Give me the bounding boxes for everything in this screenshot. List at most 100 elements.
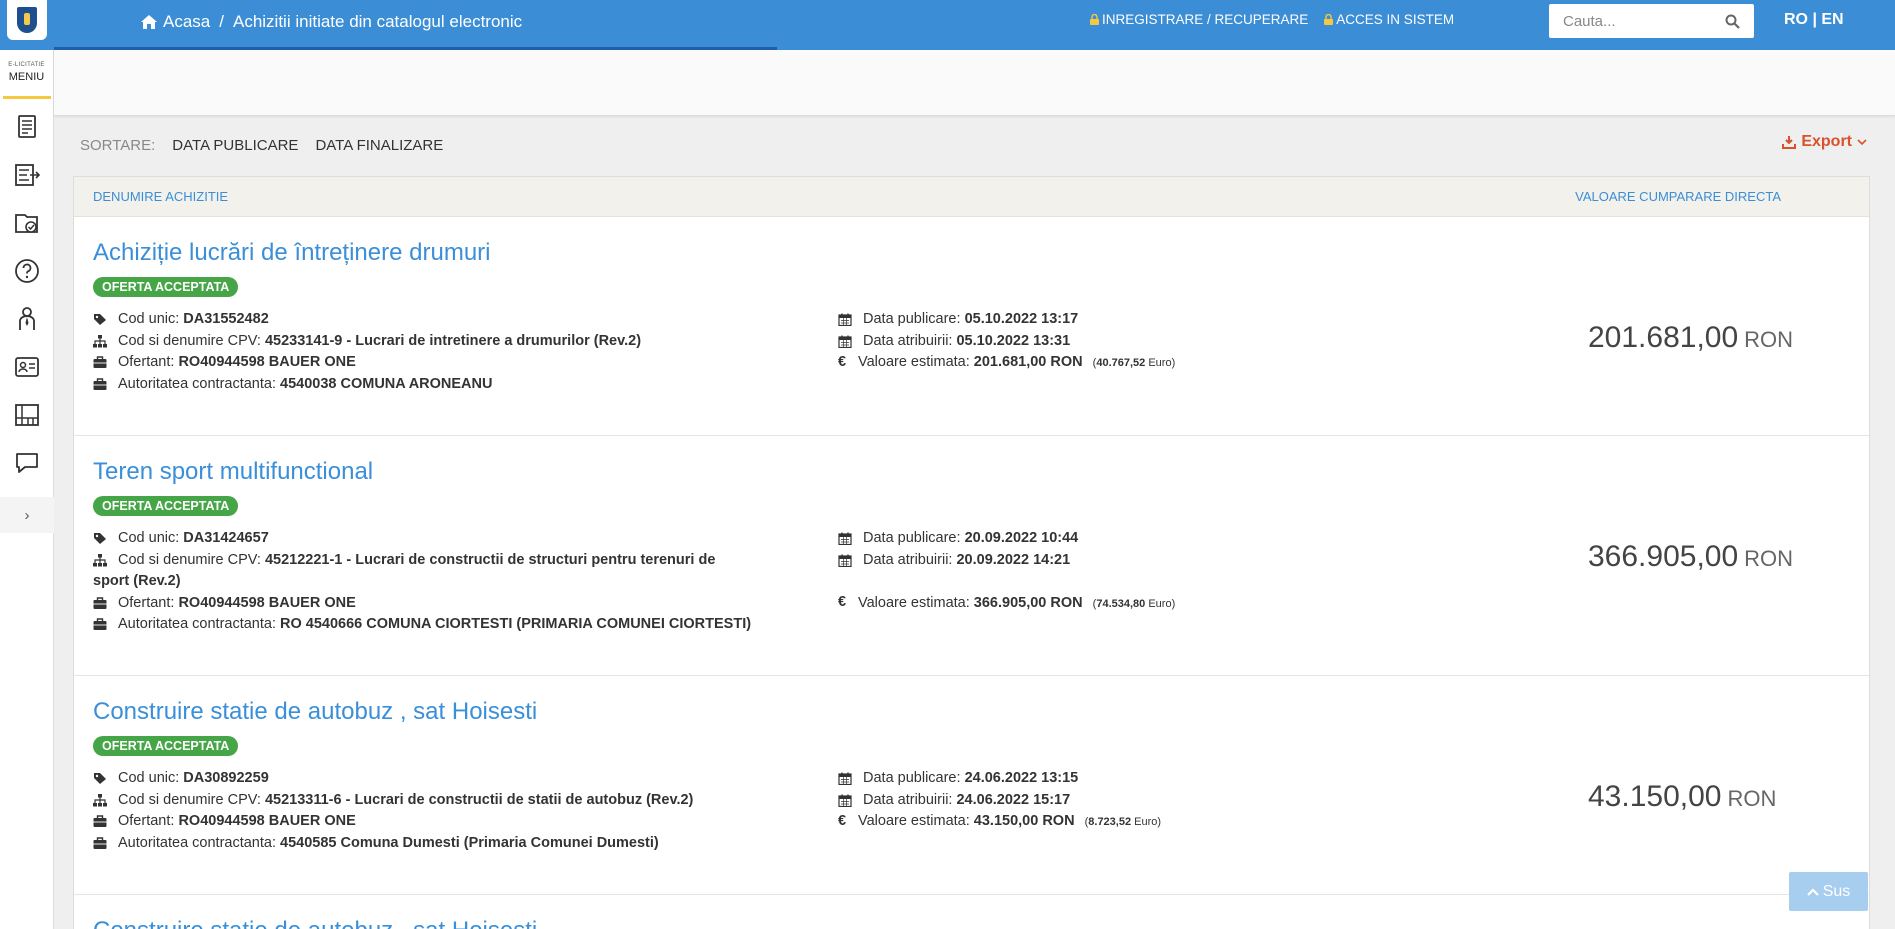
sort-by-publish-date[interactable]: DATA PUBLICARE	[172, 137, 298, 154]
register-link[interactable]: INREGISTRARE / RECUPERARE	[1090, 12, 1308, 27]
price-currency: RON	[1744, 327, 1794, 352]
tag-icon	[94, 773, 106, 784]
publicare-value: 20.09.2022 10:44	[964, 530, 1079, 546]
sidebar-item-list-export[interactable]	[12, 159, 42, 191]
sidebar-expand-button[interactable]: ›	[0, 497, 54, 533]
table-icon	[14, 404, 39, 426]
item-title[interactable]: Achiziție lucrări de întreținere drumuri	[93, 239, 1850, 267]
column-header-name[interactable]: DENUMIRE ACHIZITIE	[93, 189, 228, 204]
sidebar-brand: E-LICITATIE	[8, 62, 45, 68]
publicare-value: 24.06.2022 13:15	[964, 770, 1079, 786]
lock-icon	[1324, 14, 1334, 25]
menu-label[interactable]: MENIU	[0, 71, 53, 83]
breadcrumb-home[interactable]: Acasa	[140, 12, 210, 32]
calendar-icon	[838, 794, 852, 807]
breadcrumb: Acasa / Achizitii initiate din catalogul…	[140, 12, 522, 32]
sidebar-item-user[interactable]	[12, 303, 42, 335]
calendar-icon	[838, 772, 852, 785]
item-title[interactable]: Construire statie de autobuz , sat Hoise…	[93, 698, 1850, 726]
sort-label: SORTARE:	[80, 137, 156, 154]
sub-header	[54, 50, 1895, 116]
chat-icon	[15, 453, 38, 473]
direct-purchase-value: 366.905,00 RON	[1588, 540, 1793, 574]
price-currency: RON	[1727, 786, 1777, 811]
chevron-up-icon	[1806, 887, 1819, 896]
status-badge: OFERTA ACCEPTATA	[93, 736, 239, 756]
sidebar-item-chat[interactable]	[12, 447, 42, 479]
ofertant-value: RO40944598 BAUER ONE	[178, 813, 356, 829]
status-badge: OFERTA ACCEPTATA	[93, 277, 239, 297]
price-amount: 201.681,00	[1588, 321, 1739, 354]
sitemap-icon	[93, 334, 107, 347]
euro-value: 8.723,52	[1088, 816, 1132, 828]
list-header: DENUMIRE ACHIZITIE VALOARE CUMPARARE DIR…	[74, 177, 1869, 217]
list-item: Teren sport multifunctional OFERTA ACCEP…	[74, 436, 1869, 676]
valoare-label: Valoare estimata:	[858, 813, 974, 829]
valoare-value: 43.150,00 RON	[973, 813, 1075, 829]
cpv-value: 45233141-9 - Lucrari de intretinere a dr…	[264, 332, 642, 349]
shield-icon	[17, 7, 37, 33]
site-logo[interactable]	[7, 0, 47, 40]
publicare-label: Data publicare:	[863, 770, 965, 786]
column-header-value[interactable]: VALOARE CUMPARARE DIRECTA	[1575, 189, 1781, 204]
sort-bar: SORTARE: DATA PUBLICARE DATA FINALIZARE	[80, 137, 443, 154]
user-tie-icon	[18, 307, 35, 330]
sidebar-item-table[interactable]	[12, 399, 42, 431]
ofertant-label: Ofertant:	[118, 354, 179, 370]
atribuire-label: Data atribuirii:	[863, 791, 957, 808]
valoare-label: Valoare estimata:	[858, 594, 974, 611]
export-label: Export	[1801, 133, 1852, 150]
list-item: Achiziție lucrări de întreținere drumuri…	[74, 217, 1869, 436]
cpv-label: Cod si denumire CPV:	[118, 332, 265, 349]
publicare-label: Data publicare:	[863, 530, 965, 546]
tag-icon	[94, 533, 106, 544]
sidebar-item-id-card[interactable]	[12, 351, 42, 383]
scroll-top-label: Sus	[1822, 882, 1851, 900]
valoare-label: Valoare estimata:	[858, 354, 974, 370]
direct-purchase-value: 43.150,00 RON	[1588, 780, 1776, 814]
ofertant-value: RO40944598 BAUER ONE	[178, 354, 356, 370]
briefcase-icon	[93, 356, 107, 368]
ofertant-label: Ofertant:	[118, 813, 179, 829]
euro-value: 74.534,80	[1096, 597, 1146, 610]
calendar-icon	[838, 554, 852, 567]
cod-label: Cod unic:	[118, 530, 184, 546]
euro-value: 40.767,52	[1096, 357, 1146, 369]
sitemap-icon	[93, 553, 107, 566]
autoritate-value: 4540038 COMUNA ARONEANU	[280, 375, 493, 392]
download-icon	[1782, 136, 1797, 149]
breadcrumb-current: Achizitii initiate din catalogul electro…	[232, 12, 523, 31]
ofertant-value: RO40944598 BAUER ONE	[178, 594, 356, 611]
autoritate-label: Autoritatea contractanta:	[118, 616, 281, 632]
atribuire-label: Data atribuirii:	[863, 551, 957, 568]
sort-by-finalize-date[interactable]: DATA FINALIZARE	[315, 137, 443, 154]
results-list: DENUMIRE ACHIZITIE VALOARE CUMPARARE DIR…	[73, 176, 1870, 929]
list-item: Construire statie de autobuz , sat Hoise…	[74, 895, 1869, 929]
menu-underline	[2, 96, 51, 99]
cpv-value: 45213311-6 - Lucrari de constructii de s…	[264, 791, 694, 808]
folder-check-icon	[14, 214, 38, 233]
euro-icon: €	[838, 594, 847, 611]
cod-label: Cod unic:	[118, 770, 184, 786]
search-input[interactable]	[1563, 12, 1725, 30]
atribuire-value: 24.06.2022 15:17	[956, 791, 1071, 808]
briefcase-icon	[93, 618, 107, 630]
list-export-icon	[14, 164, 40, 186]
breadcrumb-separator: /	[219, 12, 224, 31]
sidebar-nav	[0, 111, 53, 479]
briefcase-icon	[93, 815, 107, 827]
price-amount: 366.905,00	[1588, 540, 1739, 573]
item-title[interactable]: Construire statie de autobuz , sat Hoise…	[93, 917, 1850, 929]
login-link[interactable]: ACCES IN SISTEM	[1324, 12, 1454, 27]
search-icon[interactable]	[1725, 14, 1740, 29]
language-switch[interactable]: RO | EN	[1784, 11, 1844, 29]
atribuire-label: Data atribuirii:	[863, 332, 957, 349]
item-title[interactable]: Teren sport multifunctional	[93, 458, 1850, 486]
export-button[interactable]: Export	[1782, 133, 1867, 151]
sidebar-item-documents[interactable]	[12, 111, 42, 143]
scroll-top-button[interactable]: Sus	[1789, 872, 1868, 911]
publicare-value: 05.10.2022 13:17	[964, 311, 1079, 327]
sidebar-item-help[interactable]	[12, 255, 42, 287]
cod-value: DA31424657	[183, 530, 269, 546]
sidebar-item-folder-check[interactable]	[12, 207, 42, 239]
